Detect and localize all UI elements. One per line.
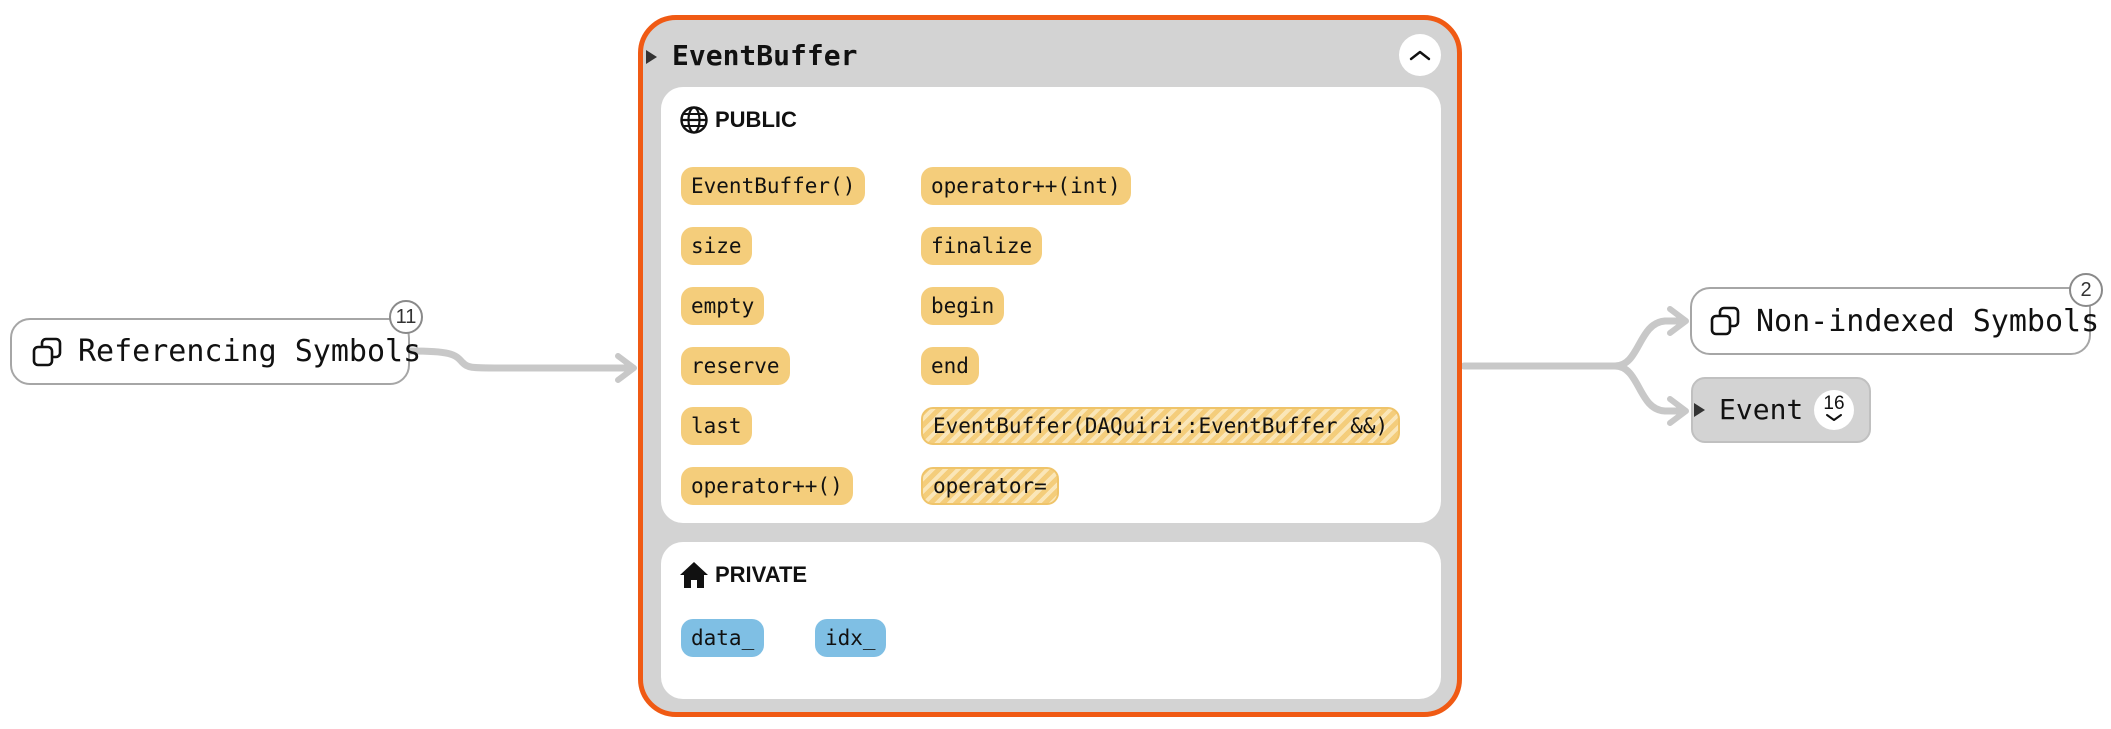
home-icon	[680, 562, 708, 588]
member-chip-hatched[interactable]: EventBuffer(DAQuiri::EventBuffer &&)	[921, 407, 1401, 445]
edge-referencing-to-main	[406, 347, 634, 372]
member-chip[interactable]: empty	[681, 287, 765, 325]
member-chip[interactable]: reserve	[681, 347, 790, 385]
private-section-title: PRIVATE	[715, 562, 808, 587]
event-count-button[interactable]: 16	[1814, 390, 1854, 430]
chevron-down-icon	[1826, 414, 1842, 421]
collapse-button[interactable]	[1399, 34, 1441, 76]
node-title: EventBuffer	[672, 39, 858, 72]
private-section: PRIVATE data_ idx_	[661, 542, 1441, 699]
chevron-up-icon	[1409, 50, 1431, 61]
non-indexed-count-badge: 2	[2069, 273, 2103, 307]
referencing-count-badge: 11	[389, 300, 423, 334]
member-chip[interactable]: operator++(int)	[921, 167, 1131, 205]
expand-triangle-icon[interactable]	[1694, 403, 1705, 417]
non-indexed-symbols-label: Non-indexed Symbols	[1756, 303, 2100, 339]
referencing-symbols-node[interactable]: Referencing Symbols 11	[10, 300, 423, 385]
event-node[interactable]: Event 16	[1691, 377, 1871, 443]
copy-icon	[30, 335, 64, 369]
member-chip[interactable]: idx_	[815, 619, 886, 657]
member-chip[interactable]: size	[681, 227, 752, 265]
member-chip[interactable]: operator++()	[681, 467, 853, 505]
public-section-header: PUBLIC	[679, 105, 797, 135]
member-chip-hatched[interactable]: operator=	[921, 467, 1059, 505]
member-chip[interactable]: EventBuffer()	[681, 167, 866, 205]
event-count: 16	[1823, 393, 1845, 414]
private-section-header: PRIVATE	[679, 560, 807, 590]
expand-triangle-icon[interactable]	[646, 50, 657, 64]
edge-main-to-event	[1611, 362, 1686, 415]
non-indexed-symbols-node[interactable]: Non-indexed Symbols 2	[1690, 273, 2103, 355]
eventbuffer-node[interactable]: EventBuffer PUBLIC EventBuffer() size em…	[638, 15, 1462, 717]
event-label: Event	[1719, 393, 1804, 426]
member-chip[interactable]: end	[921, 347, 979, 385]
member-chip[interactable]: data_	[681, 619, 765, 657]
globe-icon	[680, 106, 708, 134]
public-section-title: PUBLIC	[715, 107, 797, 132]
edge-main-to-nonindexed	[1460, 317, 1686, 370]
member-chip[interactable]: finalize	[921, 227, 1043, 265]
referencing-symbols-label: Referencing Symbols	[78, 334, 422, 369]
copy-icon	[1708, 304, 1742, 338]
public-section: PUBLIC EventBuffer() size empty reserve …	[661, 87, 1441, 523]
member-chip[interactable]: begin	[921, 287, 1005, 325]
member-chip[interactable]: last	[681, 407, 752, 445]
